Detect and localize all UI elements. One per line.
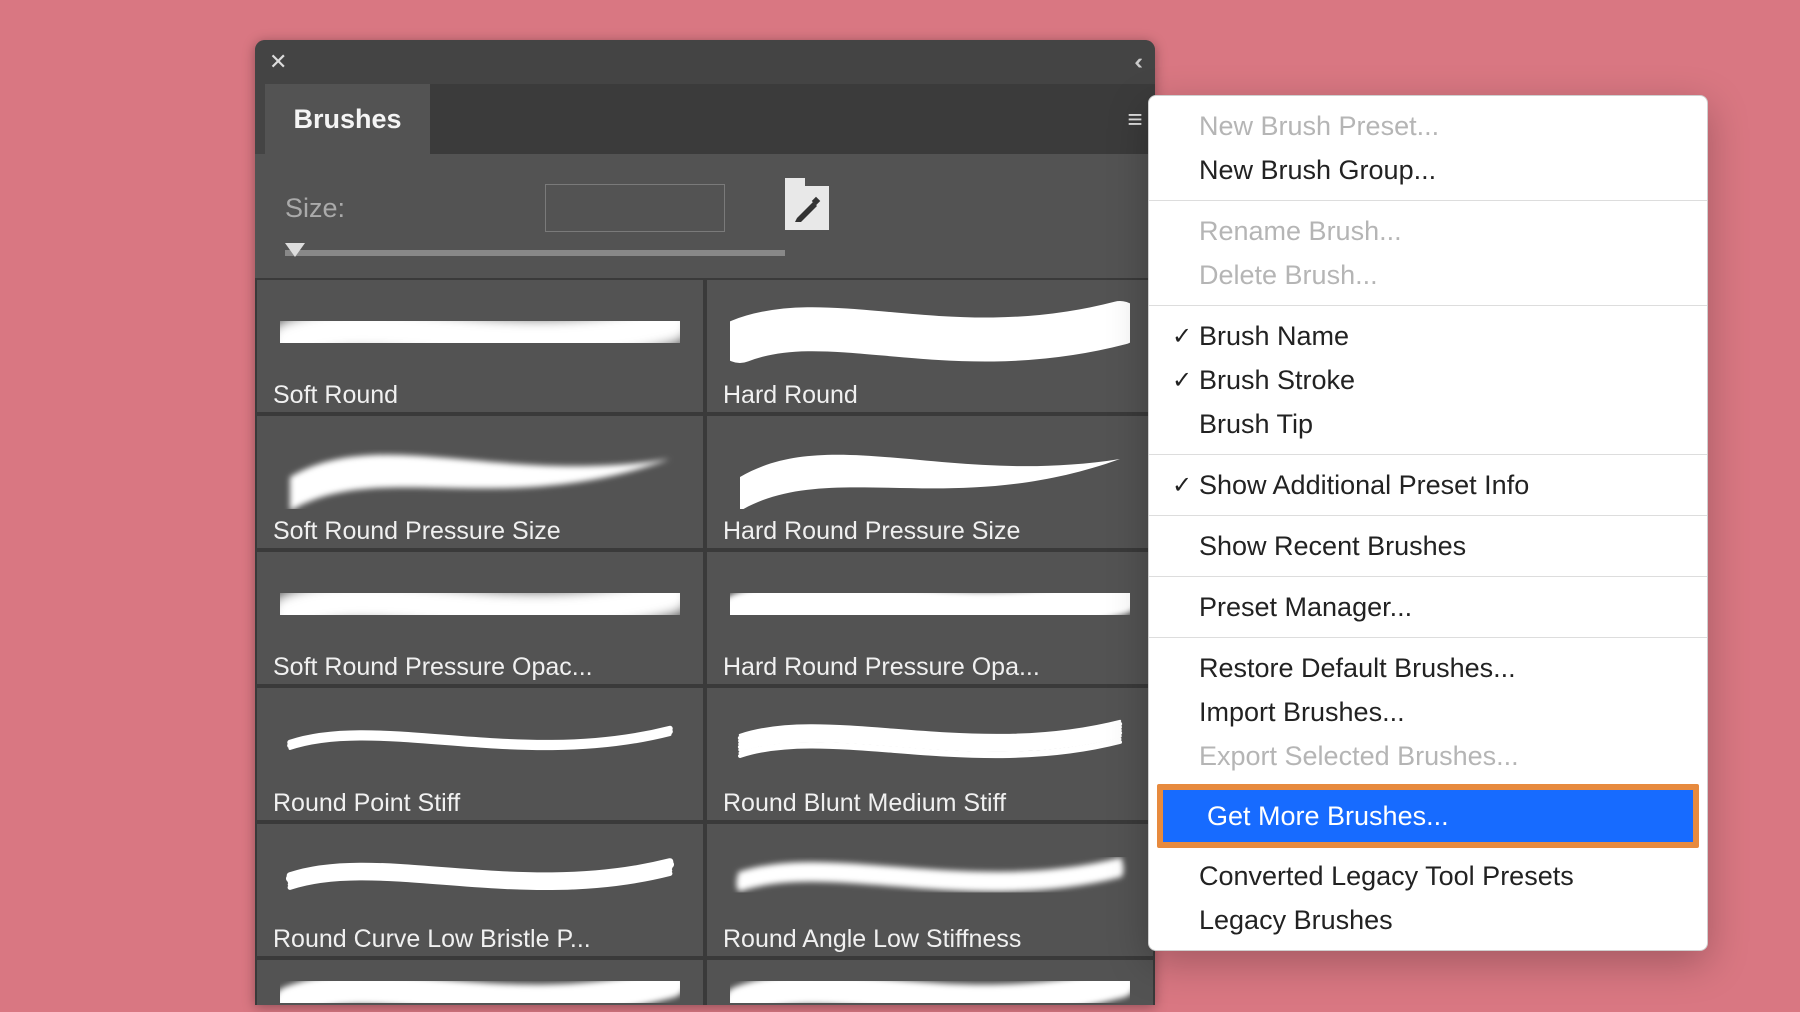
brush-preset-angle-low-stiff[interactable]: Round Angle Low Stiffness	[707, 824, 1153, 956]
menu-separator	[1149, 454, 1707, 455]
brush-stroke-preview	[273, 424, 687, 513]
menu-separator	[1149, 305, 1707, 306]
brush-preset-label: Hard Round	[723, 377, 1137, 410]
brush-preset-label: Round Blunt Medium Stiff	[723, 785, 1137, 818]
brush-preset-curve-low-bristle[interactable]: Round Curve Low Bristle P...	[257, 824, 703, 956]
menu-item-preset-manager[interactable]: Preset Manager...	[1149, 585, 1707, 629]
brush-preset-label: Round Curve Low Bristle P...	[273, 921, 687, 954]
menu-item-converted-legacy-tool-presets[interactable]: Converted Legacy Tool Presets	[1149, 854, 1707, 898]
menu-check-icon: ✓	[1167, 322, 1197, 351]
size-row: Size:	[255, 154, 1155, 242]
menu-check-icon: ✓	[1167, 471, 1197, 500]
brush-stroke-preview	[273, 832, 687, 921]
brush-preset-partial[interactable]	[257, 960, 703, 1005]
menu-item-rename-brush: Rename Brush...	[1149, 209, 1707, 253]
menu-item-label: Delete Brush...	[1197, 260, 1378, 291]
brush-stroke-preview	[723, 560, 1137, 649]
menu-item-brush-name[interactable]: ✓ Brush Name	[1149, 314, 1707, 358]
brush-stroke-preview	[273, 968, 687, 1005]
brush-stroke-preview	[723, 288, 1137, 377]
menu-item-restore-default-brushes[interactable]: Restore Default Brushes...	[1149, 646, 1707, 690]
menu-separator	[1149, 576, 1707, 577]
brush-preset-label: Soft Round Pressure Size	[273, 513, 687, 546]
brush-preset-soft-round[interactable]: Soft Round	[257, 280, 703, 412]
menu-item-label: Show Recent Brushes	[1197, 531, 1466, 562]
panel-topbar: ✕ ‹‹	[255, 40, 1155, 84]
brush-preset-partial[interactable]	[707, 960, 1153, 1005]
menu-item-legacy-brushes[interactable]: Legacy Brushes	[1149, 898, 1707, 942]
menu-item-show-recent-brushes[interactable]: Show Recent Brushes	[1149, 524, 1707, 568]
brush-stroke-preview	[723, 696, 1137, 785]
brush-preset-label: Hard Round Pressure Opa...	[723, 649, 1137, 682]
menu-separator	[1149, 637, 1707, 638]
menu-item-new-brush-group[interactable]: New Brush Group...	[1149, 148, 1707, 192]
menu-item-show-additional-preset-info[interactable]: ✓ Show Additional Preset Info	[1149, 463, 1707, 507]
tab-strip-empty	[430, 84, 1115, 154]
brush-preset-hard-round-press-opac[interactable]: Hard Round Pressure Opa...	[707, 552, 1153, 684]
size-label: Size:	[285, 193, 545, 224]
size-slider[interactable]	[285, 250, 785, 256]
menu-item-label: New Brush Preset...	[1197, 111, 1439, 142]
tab-label: Brushes	[293, 104, 401, 135]
menu-item-brush-stroke[interactable]: ✓ Brush Stroke	[1149, 358, 1707, 402]
new-brush-folder-icon[interactable]	[785, 186, 829, 230]
menu-item-highlight-frame: Get More Brushes...	[1157, 784, 1699, 848]
menu-item-label: Brush Tip	[1197, 409, 1313, 440]
menu-item-label: Show Additional Preset Info	[1197, 470, 1529, 501]
brush-preset-label: Soft Round Pressure Opac...	[273, 649, 687, 682]
menu-item-label: Rename Brush...	[1197, 216, 1402, 247]
brush-stroke-preview	[273, 288, 687, 377]
brush-stroke-preview	[723, 968, 1137, 1005]
brush-preset-grid: Soft Round Hard Round Soft Round Pressur…	[255, 278, 1155, 1005]
brush-preset-point-stiff[interactable]: Round Point Stiff	[257, 688, 703, 820]
menu-separator	[1149, 200, 1707, 201]
brush-preset-soft-round-press-size[interactable]: Soft Round Pressure Size	[257, 416, 703, 548]
menu-check-icon: ✓	[1167, 366, 1197, 395]
menu-item-label: Import Brushes...	[1197, 697, 1405, 728]
brush-stroke-preview	[723, 424, 1137, 513]
brush-stroke-preview	[273, 560, 687, 649]
menu-item-label: Legacy Brushes	[1197, 905, 1393, 936]
menu-item-label: Converted Legacy Tool Presets	[1197, 861, 1574, 892]
menu-item-export-selected-brushes: Export Selected Brushes...	[1149, 734, 1707, 778]
menu-item-label: Preset Manager...	[1197, 592, 1412, 623]
menu-item-delete-brush: Delete Brush...	[1149, 253, 1707, 297]
brushes-context-menu: New Brush Preset... New Brush Group... R…	[1148, 95, 1708, 951]
menu-item-label: Brush Stroke	[1197, 365, 1355, 396]
brush-preset-label: Round Point Stiff	[273, 785, 687, 818]
brush-preset-blunt-medium[interactable]: Round Blunt Medium Stiff	[707, 688, 1153, 820]
menu-separator	[1149, 515, 1707, 516]
menu-item-label: Restore Default Brushes...	[1197, 653, 1516, 684]
brush-stroke-preview	[723, 832, 1137, 921]
brush-preset-label: Round Angle Low Stiffness	[723, 921, 1137, 954]
brush-preset-label: Soft Round	[273, 377, 687, 410]
brush-preset-label: Hard Round Pressure Size	[723, 513, 1137, 546]
menu-item-brush-tip[interactable]: Brush Tip	[1149, 402, 1707, 446]
size-input[interactable]	[545, 184, 725, 232]
close-icon[interactable]: ✕	[269, 49, 287, 75]
menu-item-get-more-brushes[interactable]: Get More Brushes...	[1163, 790, 1693, 842]
brush-stroke-preview	[273, 696, 687, 785]
brush-preset-hard-round[interactable]: Hard Round	[707, 280, 1153, 412]
menu-item-label: Export Selected Brushes...	[1197, 741, 1519, 772]
brush-preset-soft-round-press-opac[interactable]: Soft Round Pressure Opac...	[257, 552, 703, 684]
tab-brushes[interactable]: Brushes	[265, 84, 430, 154]
panel-tabs: Brushes ≡	[255, 84, 1155, 154]
brush-preset-hard-round-press-size[interactable]: Hard Round Pressure Size	[707, 416, 1153, 548]
menu-item-import-brushes[interactable]: Import Brushes...	[1149, 690, 1707, 734]
menu-item-label: Brush Name	[1197, 321, 1349, 352]
menu-item-new-brush-preset: New Brush Preset...	[1149, 104, 1707, 148]
collapse-chevrons-icon[interactable]: ‹‹	[1134, 49, 1137, 75]
menu-item-label: New Brush Group...	[1197, 155, 1436, 186]
size-slider-row	[255, 242, 1155, 278]
brushes-panel: ✕ ‹‹ Brushes ≡ Size: Soft Round Hard Rou…	[255, 40, 1155, 1005]
